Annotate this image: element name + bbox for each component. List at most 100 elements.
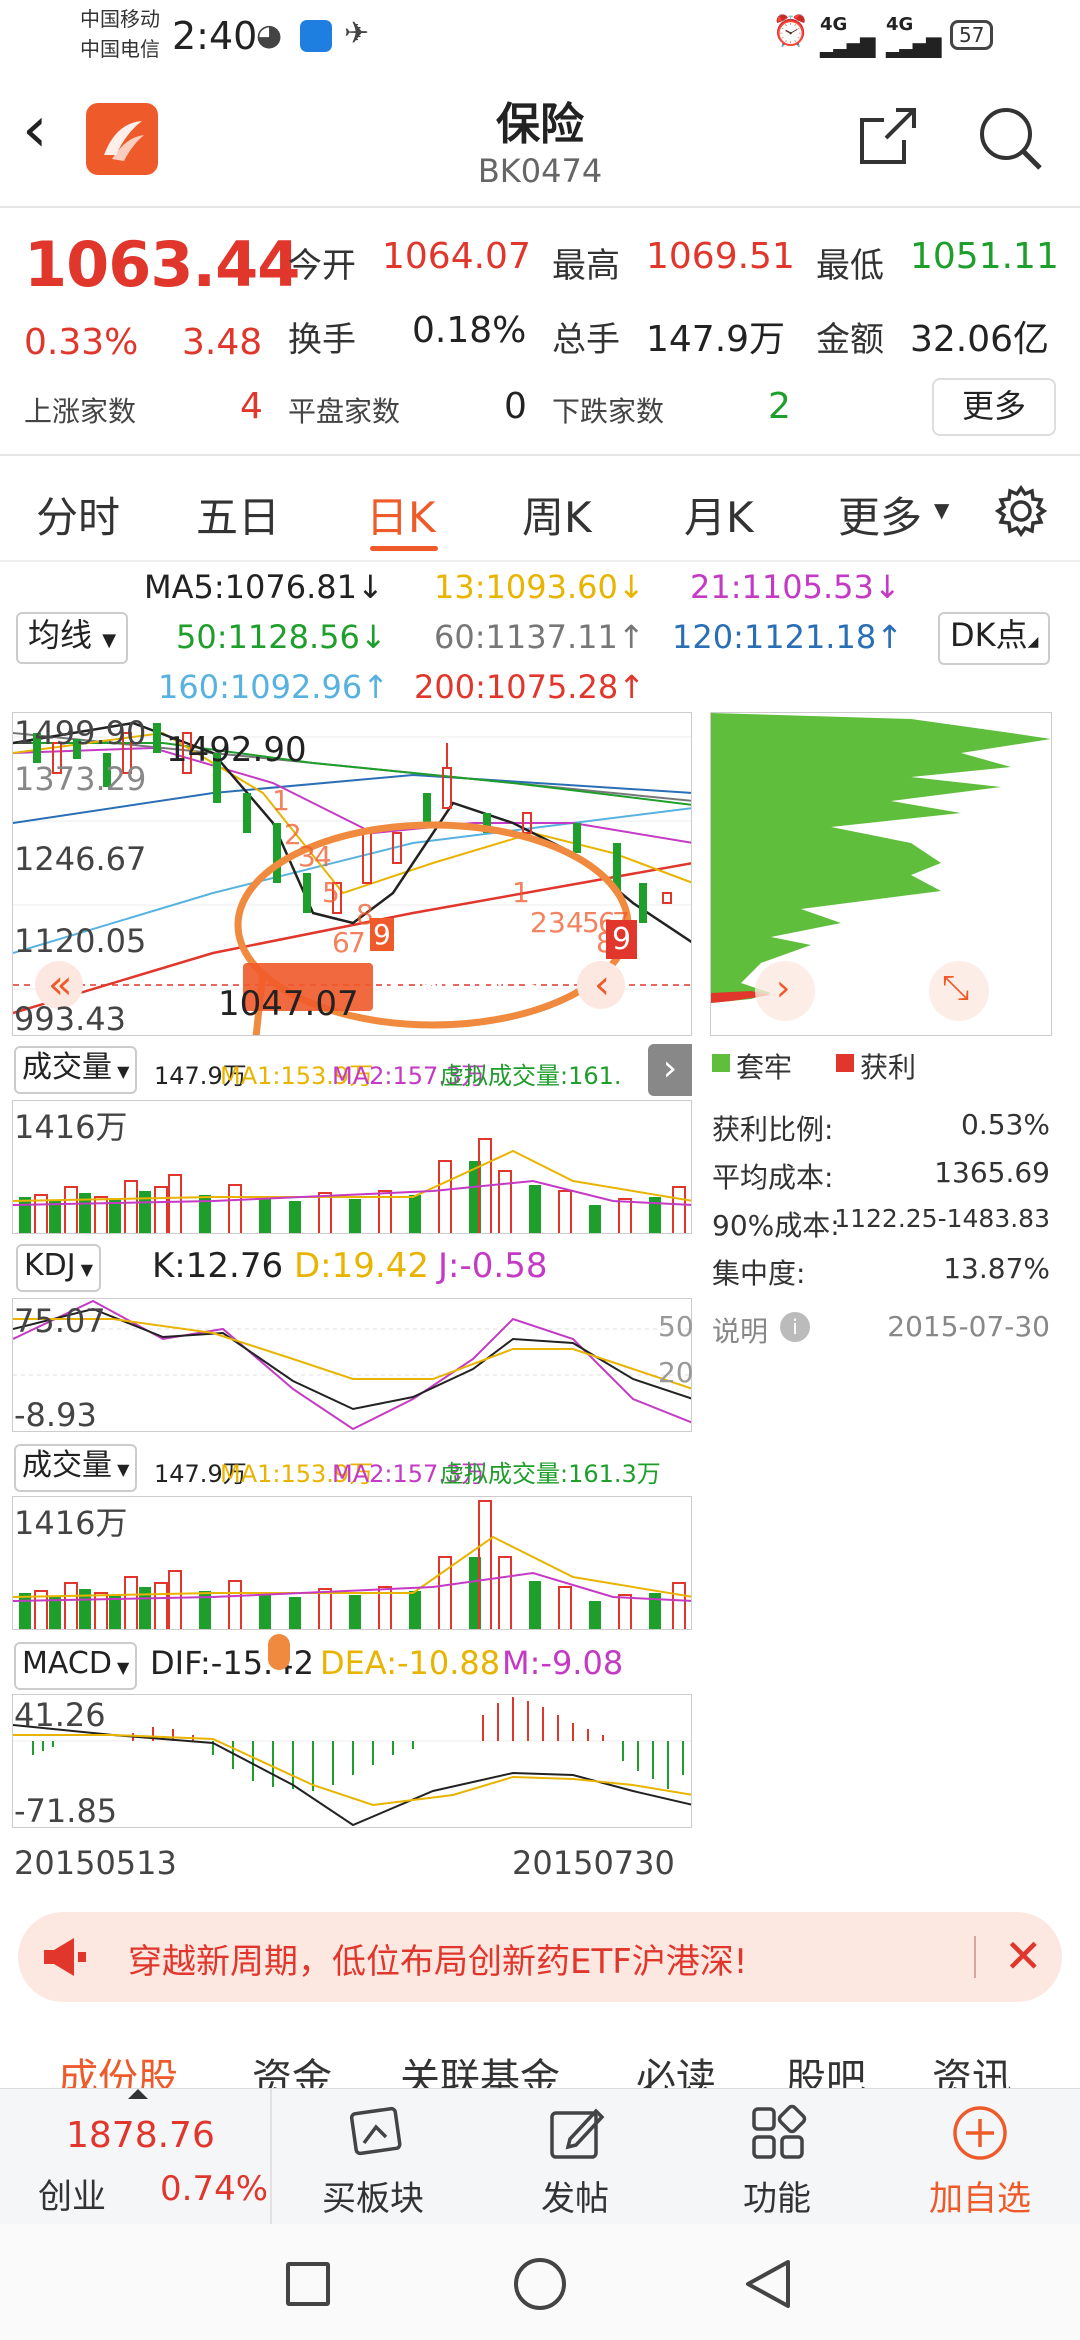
back-nav-icon[interactable] [742, 2258, 794, 2310]
tab-more[interactable]: 更多 [838, 484, 922, 545]
legend-profit-label: 获利 [860, 1051, 917, 1084]
note-date: 2015-07-30 [887, 1310, 1050, 1343]
promo-banner[interactable]: 穿越新周期，低位布局创新药ETF沪港深! ✕ [18, 1912, 1062, 2002]
tab-monthly-k[interactable]: 月K [684, 484, 754, 545]
flat-count: 0 [504, 386, 527, 427]
home-icon[interactable] [514, 2258, 566, 2310]
kdj-k: K:12.76 [152, 1246, 284, 1286]
weather-icon [300, 20, 332, 52]
ma120-label: 120:1121.18↑ [672, 618, 903, 656]
index-value[interactable]: 1878.76 [66, 2115, 215, 2156]
tab-constituents[interactable]: 成份股 [58, 2046, 178, 2088]
ma5-label: MA5:1076.81↓ [144, 568, 384, 606]
kdj-y-top: 75.07 [14, 1302, 106, 1340]
tab-daily-k[interactable]: 日K [366, 484, 436, 545]
volume-select-button-1[interactable]: 成交量 ▼ [14, 1046, 138, 1094]
kdj-chart[interactable] [12, 1298, 692, 1432]
panel-toggle-icon[interactable]: › [648, 1044, 692, 1096]
post-button[interactable]: 发帖 [520, 2089, 630, 2225]
tab-intraday[interactable]: 分时 [36, 484, 120, 545]
recent-apps-icon[interactable] [286, 2262, 330, 2306]
volume-select-label-2: 成交量 [22, 1448, 112, 1483]
info-icon[interactable]: i [780, 1312, 810, 1342]
close-icon[interactable]: ✕ [1004, 1928, 1043, 1984]
dk-corner-icon: ◢ [1027, 634, 1039, 650]
macd-dea: DEA:-10.88 [320, 1644, 501, 1682]
tab-news[interactable]: 资讯 [932, 2046, 1012, 2088]
expand-icon[interactable]: ⤡ [942, 968, 969, 1008]
buy-sector-icon [349, 2106, 402, 2156]
open-label: 今开 [288, 246, 356, 286]
macd-select-button[interactable]: MACD ▼ [14, 1642, 138, 1690]
profit-ratio-label: 获利比例: [712, 1113, 834, 1146]
gear-icon[interactable] [994, 484, 1048, 538]
low-value: 1051.11 [910, 236, 1059, 277]
high-label: 最高 [552, 246, 620, 286]
kdj-select-caret-icon: ▼ [75, 1260, 94, 1279]
index-name[interactable]: 创业 [38, 2169, 106, 2218]
add-watchlist-button[interactable]: 加自选 [920, 2089, 1040, 2225]
megaphone-icon [40, 1934, 90, 1980]
kline-y-low: 1120.05 [14, 922, 147, 960]
chip-distribution-chart[interactable] [710, 712, 1052, 1036]
active-tab-indicator [370, 546, 438, 551]
add-watchlist-label: 加自选 [929, 2179, 1031, 2219]
index-change[interactable]: 0.74% [160, 2169, 268, 2209]
tab-more-caret-icon: ▼ [934, 498, 950, 522]
kdj-select-label: KDJ [24, 1248, 76, 1283]
quote-divider [0, 454, 1080, 456]
ma-select-button[interactable]: 均线 ▼ [16, 612, 129, 664]
scroll-left-icon[interactable]: « [48, 962, 72, 1008]
profit-ratio-value: 0.53% [961, 1108, 1050, 1141]
kdj-ref-50: 50 [658, 1310, 694, 1343]
kdj-select-button[interactable]: KDJ ▼ [16, 1244, 102, 1292]
more-button[interactable]: 更多 [932, 378, 1056, 436]
annotation-dot [268, 1634, 290, 1670]
step-left-icon[interactable]: ‹ [594, 962, 610, 1008]
tab-forum[interactable]: 股吧 [786, 2046, 866, 2088]
system-nav-bar [0, 2224, 1080, 2340]
volume-virtual-2: 虚拟成交量:161.3万 [440, 1460, 661, 1488]
kline-low-marker: 1047.07 [218, 984, 359, 1024]
tab-five-day[interactable]: 五日 [196, 484, 280, 545]
banner-divider [974, 1936, 976, 1978]
tab-weekly-k[interactable]: 周K [522, 484, 592, 545]
grid-icon [752, 2104, 807, 2159]
kdj-d: D:19.42 [294, 1246, 429, 1286]
current-price: 1063.44 [24, 228, 300, 301]
tab-funds[interactable]: 资金 [252, 2046, 332, 2088]
turnover-value: 0.18% [412, 310, 527, 351]
tab-must-read[interactable]: 必读 [636, 2046, 716, 2088]
edit-icon [550, 2108, 605, 2159]
td-mark-9: 9 [370, 918, 394, 951]
post-label: 发帖 [541, 2179, 609, 2219]
up-count: 4 [240, 386, 263, 427]
signal-2-icon: ▂▃▅▇ [886, 34, 942, 58]
clock: 2:40 [172, 14, 258, 58]
wechat-icon: ◕ [256, 18, 283, 53]
note-label[interactable]: 说明 [712, 1310, 768, 1350]
macd-y-top: 41.26 [14, 1696, 106, 1734]
buy-sector-button[interactable]: 买板块 [318, 2089, 428, 2225]
macd-m: M:-9.08 [502, 1644, 624, 1682]
back-icon[interactable]: ‹ [22, 98, 48, 162]
td-mark-r2: 2 [530, 906, 548, 939]
search-icon[interactable] [976, 104, 1044, 172]
battery-icon: 57 [950, 20, 994, 50]
avg-cost-value: 1365.69 [934, 1156, 1050, 1189]
volume-select-button-2[interactable]: 成交量 ▼ [14, 1444, 138, 1492]
ma-select-label: 均线 [28, 616, 93, 654]
step-right-icon[interactable]: › [776, 968, 790, 1009]
ma200-label: 200:1075.28↑ [414, 668, 645, 706]
tab-related-funds[interactable]: 关联基金 [400, 2046, 560, 2088]
kline-y-second: 1373.29 [14, 760, 147, 798]
share-icon[interactable] [856, 104, 920, 168]
function-button[interactable]: 功能 [722, 2089, 832, 2225]
legend-profit-swatch [836, 1054, 854, 1072]
concentration-value: 13.87% [943, 1252, 1050, 1285]
kline-y-mid: 1246.67 [14, 840, 147, 878]
volume-select-caret-icon-1: ▼ [112, 1062, 130, 1081]
dk-point-button[interactable]: DK点◢ [938, 612, 1051, 665]
cursor-price-label[interactable]: 1063.44 > [382, 970, 541, 1005]
low-label: 最低 [816, 246, 884, 286]
